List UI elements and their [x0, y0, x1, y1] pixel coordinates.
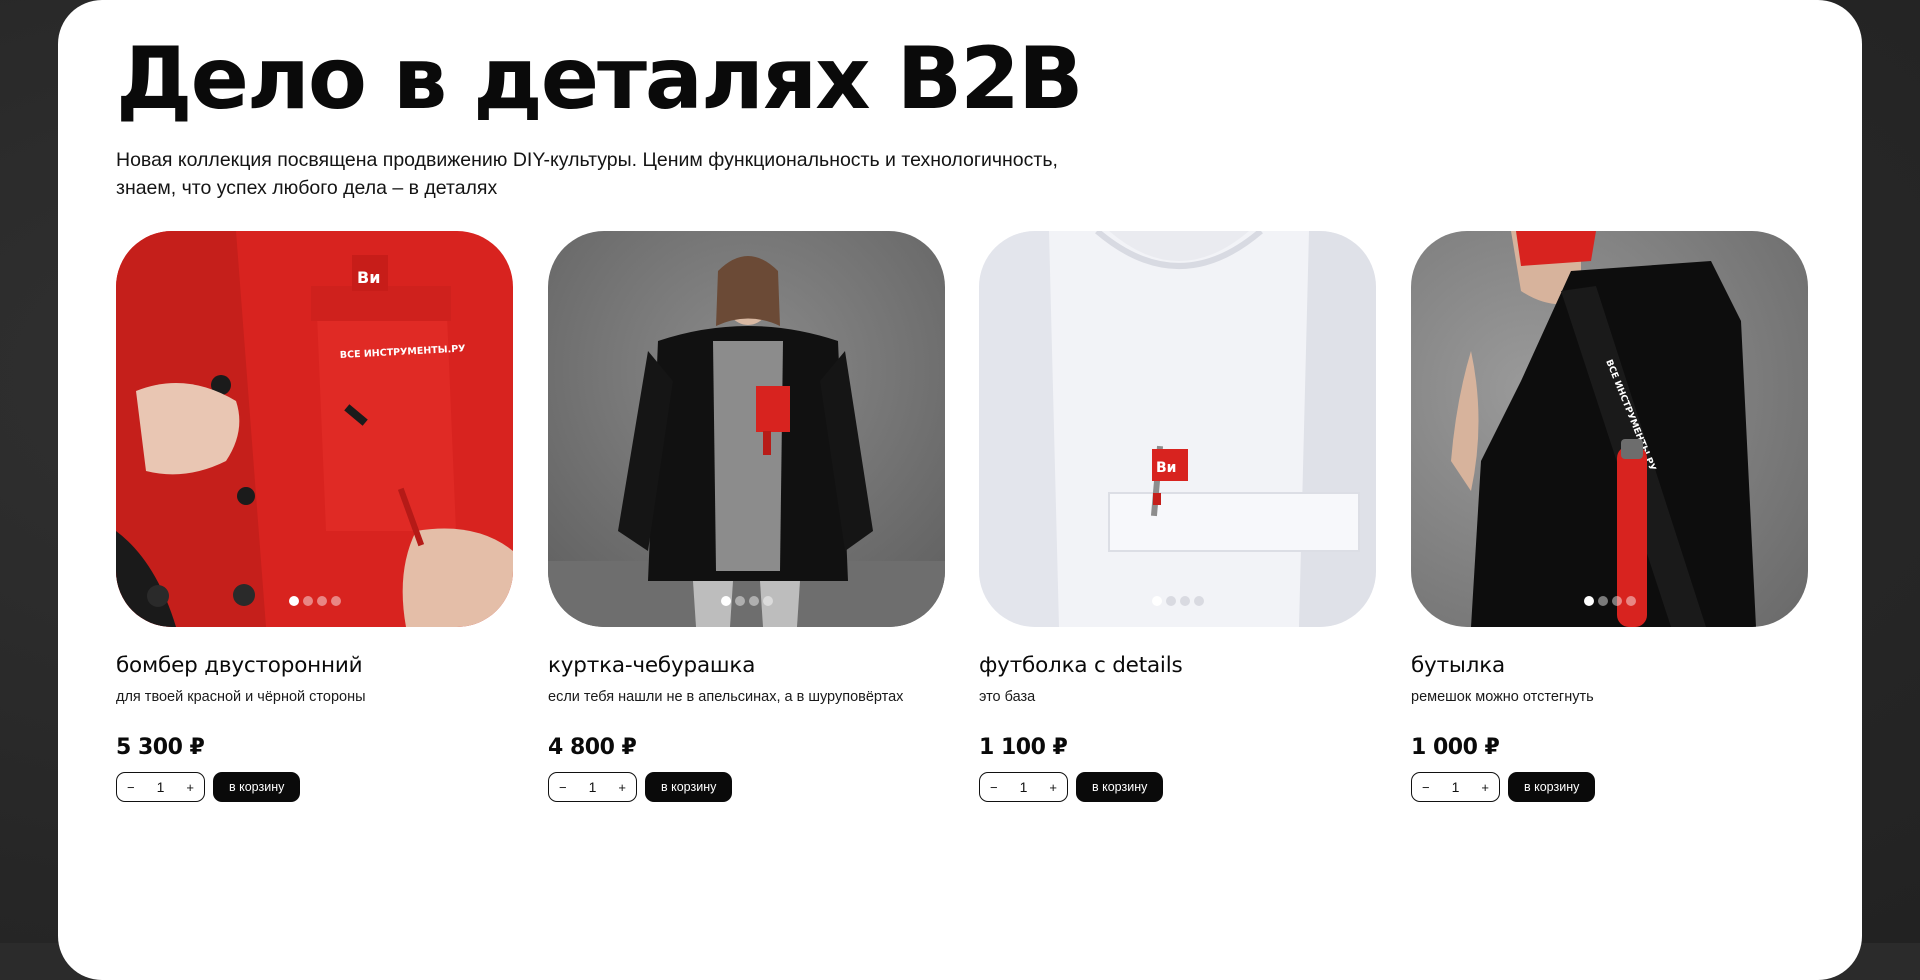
- product-controls: − 1 + в корзину: [116, 772, 301, 802]
- product-photo: [548, 231, 945, 627]
- increase-quantity-button[interactable]: +: [186, 780, 194, 795]
- page-title: Дело в деталях B2B: [116, 29, 1084, 129]
- add-to-cart-button[interactable]: в корзину: [213, 772, 301, 802]
- product-description: ремешок можно отстегнуть: [1411, 689, 1594, 705]
- product-controls: − 1 + в корзину: [979, 772, 1164, 802]
- product-grid: Ви ВСЕ ИНСТРУМЕНТЫ.РУ бомбер двусторонни…: [116, 231, 1808, 831]
- decrease-quantity-button[interactable]: −: [127, 780, 135, 795]
- product-name[interactable]: футболка с details: [979, 653, 1183, 678]
- carousel-dots: [548, 596, 945, 606]
- product-image-carousel[interactable]: Ви ВСЕ ИНСТРУМЕНТЫ.РУ: [116, 231, 513, 627]
- carousel-dots: [1411, 596, 1808, 606]
- product-card: Ви ВСЕ ИНСТРУМЕНТЫ.РУ бомбер двусторонни…: [116, 231, 513, 811]
- decrease-quantity-button[interactable]: −: [1422, 780, 1430, 795]
- product-name[interactable]: бомбер двусторонний: [116, 653, 363, 678]
- product-price: 5 300 ₽: [116, 735, 205, 760]
- carousel-dot[interactable]: [302, 596, 313, 606]
- increase-quantity-button[interactable]: +: [1049, 780, 1057, 795]
- carousel-dots: [979, 596, 1376, 606]
- carousel-dots: [116, 596, 513, 606]
- product-image-carousel[interactable]: Ви: [979, 231, 1376, 627]
- product-image-carousel[interactable]: ВСЕ ИНСТРУМЕНТЫ.РУ: [1411, 231, 1808, 627]
- content-card: Дело в деталях B2B Новая коллекция посвя…: [58, 0, 1862, 980]
- quantity-value[interactable]: 1: [1452, 779, 1460, 795]
- add-to-cart-button[interactable]: в корзину: [645, 772, 733, 802]
- product-card: ВСЕ ИНСТРУМЕНТЫ.РУ бутылка ремешок можно…: [1411, 231, 1808, 811]
- brand-tag-text: Ви: [357, 268, 380, 287]
- product-description: это база: [979, 689, 1036, 705]
- quantity-stepper: − 1 +: [548, 772, 637, 802]
- carousel-dot[interactable]: [330, 596, 341, 606]
- product-description: для твоей красной и чёрной стороны: [116, 689, 366, 705]
- add-to-cart-button[interactable]: в корзину: [1076, 772, 1164, 802]
- quantity-stepper: − 1 +: [116, 772, 205, 802]
- increase-quantity-button[interactable]: +: [1481, 780, 1489, 795]
- carousel-dot[interactable]: [1165, 596, 1176, 606]
- product-name[interactable]: бутылка: [1411, 653, 1505, 678]
- carousel-dot[interactable]: [1151, 596, 1162, 606]
- carousel-dot[interactable]: [1583, 596, 1594, 606]
- product-controls: − 1 + в корзину: [1411, 772, 1596, 802]
- carousel-dot[interactable]: [762, 596, 773, 606]
- brand-tag-text: Ви: [1156, 460, 1176, 476]
- quantity-value[interactable]: 1: [157, 779, 165, 795]
- product-card: Ви футболка с details это база 1 100 ₽ −…: [979, 231, 1376, 811]
- decrease-quantity-button[interactable]: −: [990, 780, 998, 795]
- product-price: 1 000 ₽: [1411, 735, 1500, 760]
- carousel-dot[interactable]: [1193, 596, 1204, 606]
- increase-quantity-button[interactable]: +: [618, 780, 626, 795]
- quantity-stepper: − 1 +: [979, 772, 1068, 802]
- carousel-dot[interactable]: [316, 596, 327, 606]
- subtitle-line-1: Новая коллекция посвящена продвижению DI…: [116, 149, 1058, 171]
- product-image-carousel[interactable]: [548, 231, 945, 627]
- carousel-dot[interactable]: [720, 596, 731, 606]
- decrease-quantity-button[interactable]: −: [559, 780, 567, 795]
- product-photo: Ви ВСЕ ИНСТРУМЕНТЫ.РУ: [116, 231, 513, 627]
- product-controls: − 1 + в корзину: [548, 772, 733, 802]
- product-price: 1 100 ₽: [979, 735, 1068, 760]
- product-photo: Ви: [979, 231, 1376, 627]
- product-price: 4 800 ₽: [548, 735, 637, 760]
- quantity-value[interactable]: 1: [589, 779, 597, 795]
- product-name[interactable]: куртка-чебурашка: [548, 653, 755, 678]
- carousel-dot[interactable]: [748, 596, 759, 606]
- carousel-dot[interactable]: [1179, 596, 1190, 606]
- carousel-dot[interactable]: [1597, 596, 1608, 606]
- carousel-dot[interactable]: [1611, 596, 1622, 606]
- product-card: куртка-чебурашка если тебя нашли не в ап…: [548, 231, 945, 811]
- quantity-stepper: − 1 +: [1411, 772, 1500, 802]
- subtitle-line-2: знаем, что успех любого дела – в деталях: [116, 177, 498, 199]
- quantity-value[interactable]: 1: [1020, 779, 1028, 795]
- carousel-dot[interactable]: [1625, 596, 1636, 606]
- product-description: если тебя нашли не в апельсинах, а в шур…: [548, 689, 904, 705]
- carousel-dot[interactable]: [288, 596, 299, 606]
- carousel-dot[interactable]: [734, 596, 745, 606]
- add-to-cart-button[interactable]: в корзину: [1508, 772, 1596, 802]
- page-subtitle: Новая коллекция посвящена продвижению DI…: [116, 146, 1216, 202]
- product-photo: ВСЕ ИНСТРУМЕНТЫ.РУ: [1411, 231, 1808, 627]
